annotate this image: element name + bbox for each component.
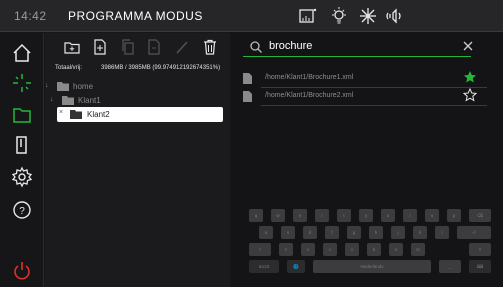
tree-item-klant1[interactable]: ↓ Klant1 (50, 94, 170, 108)
power-icon[interactable] (10, 259, 34, 283)
key-q[interactable]: q (249, 209, 263, 222)
folder-icon (57, 82, 69, 91)
help-icon[interactable]: ? (10, 198, 34, 222)
svg-text:?: ? (19, 206, 25, 217)
key-t[interactable]: t (337, 209, 351, 222)
key-c[interactable]: c (323, 243, 337, 256)
enter-key[interactable]: ⏎ (457, 226, 491, 239)
key-a[interactable]: a (259, 226, 273, 239)
expand-arrow-icon[interactable]: ↓ (50, 96, 54, 103)
light-icon[interactable] (328, 5, 350, 27)
new-folder-icon[interactable] (63, 38, 81, 56)
key-m[interactable]: m (411, 243, 425, 256)
page-title: PROGRAMMA MODUS (68, 9, 203, 23)
crosshair-icon[interactable] (10, 71, 34, 95)
key-n[interactable]: n (389, 243, 403, 256)
key-l[interactable]: l (435, 226, 449, 239)
sidebar: ? (0, 33, 44, 287)
collapse-arrow-icon[interactable]: × (59, 109, 63, 116)
new-file-icon[interactable] (91, 38, 109, 56)
fan-icon[interactable] (357, 5, 379, 27)
tree-item-label: home (73, 82, 94, 91)
paste-icon[interactable] (145, 38, 163, 56)
star-filled-icon[interactable] (463, 70, 477, 84)
file-browser: Totaal/vrij: 3986MB / 3985MB (99.9749121… (45, 33, 230, 287)
shift-key[interactable]: ⇧ (249, 243, 271, 256)
close-icon[interactable] (461, 39, 475, 53)
key-y[interactable]: y (359, 209, 373, 222)
shift-key-right[interactable]: ⇧ (469, 243, 491, 256)
file-icon (243, 91, 252, 102)
search-underline (243, 56, 471, 57)
key-x[interactable]: x (301, 243, 315, 256)
storage-value: 3986MB / 3985MB (99.974912192674351%) (101, 65, 221, 71)
key-d[interactable]: d (303, 226, 317, 239)
tree-item-label: Klant1 (78, 96, 101, 105)
tree-item-klant2[interactable]: × Klant2 (57, 107, 223, 122)
tree-item-label: Klant2 (87, 110, 110, 119)
numbers-key[interactable]: &123 (249, 260, 279, 273)
key-r[interactable]: r (315, 209, 329, 222)
hide-keyboard-key[interactable]: ⌨ (469, 260, 491, 273)
on-screen-keyboard: q w e r t y u i o p ⌫ a s d f g h j k l … (241, 209, 495, 287)
space-key[interactable]: Nederlands (313, 260, 431, 273)
key-z[interactable]: z (279, 243, 293, 256)
underscore-key[interactable]: _ (439, 260, 461, 273)
folder-icon (70, 110, 82, 119)
list-item[interactable]: /home/Klant1/Brochure1.xml (243, 70, 487, 88)
backspace-key[interactable]: ⌫ (469, 209, 491, 222)
edit-icon[interactable] (173, 38, 191, 56)
key-u[interactable]: u (381, 209, 395, 222)
key-g[interactable]: g (347, 226, 361, 239)
result-path: /home/Klant1/Brochure2.xml (265, 92, 354, 99)
star-outline-icon[interactable] (463, 88, 477, 102)
key-s[interactable]: s (281, 226, 295, 239)
key-h[interactable]: h (369, 226, 383, 239)
home-icon[interactable] (10, 41, 34, 65)
key-i[interactable]: i (403, 209, 417, 222)
folder-icon[interactable] (10, 103, 34, 127)
key-w[interactable]: w (271, 209, 285, 222)
oven-icon[interactable] (296, 5, 318, 27)
top-bar: 14:42 PROGRAMMA MODUS (0, 0, 503, 32)
file-icon (243, 73, 252, 84)
key-e[interactable]: e (293, 209, 307, 222)
storage-stats: Totaal/vrij: 3986MB / 3985MB (99.9749121… (55, 63, 227, 75)
key-k[interactable]: k (413, 226, 427, 239)
delete-icon[interactable] (201, 38, 219, 56)
key-p[interactable]: p (447, 209, 461, 222)
search-input[interactable] (269, 38, 449, 54)
key-j[interactable]: j (391, 226, 405, 239)
storage-label: Totaal/vrij: (55, 65, 83, 71)
search-panel: /home/Klant1/Brochure1.xml /home/Klant1/… (231, 33, 503, 287)
gear-icon[interactable] (10, 165, 34, 189)
key-b[interactable]: b (367, 243, 381, 256)
key-v[interactable]: v (345, 243, 359, 256)
folder-icon (62, 96, 74, 105)
door-icon[interactable] (10, 133, 34, 157)
volume-icon[interactable] (385, 5, 407, 27)
expand-arrow-icon[interactable]: ↓ (45, 82, 49, 89)
divider (261, 105, 487, 106)
tree-item-home[interactable]: ↓ home (45, 80, 165, 94)
result-path: /home/Klant1/Brochure1.xml (265, 74, 354, 81)
globe-key[interactable]: 🌐 (287, 260, 305, 273)
copy-icon[interactable] (119, 38, 137, 56)
clock: 14:42 (14, 9, 47, 23)
key-o[interactable]: o (425, 209, 439, 222)
search-icon (250, 41, 262, 53)
list-item[interactable]: /home/Klant1/Brochure2.xml (243, 88, 487, 106)
key-f[interactable]: f (325, 226, 339, 239)
